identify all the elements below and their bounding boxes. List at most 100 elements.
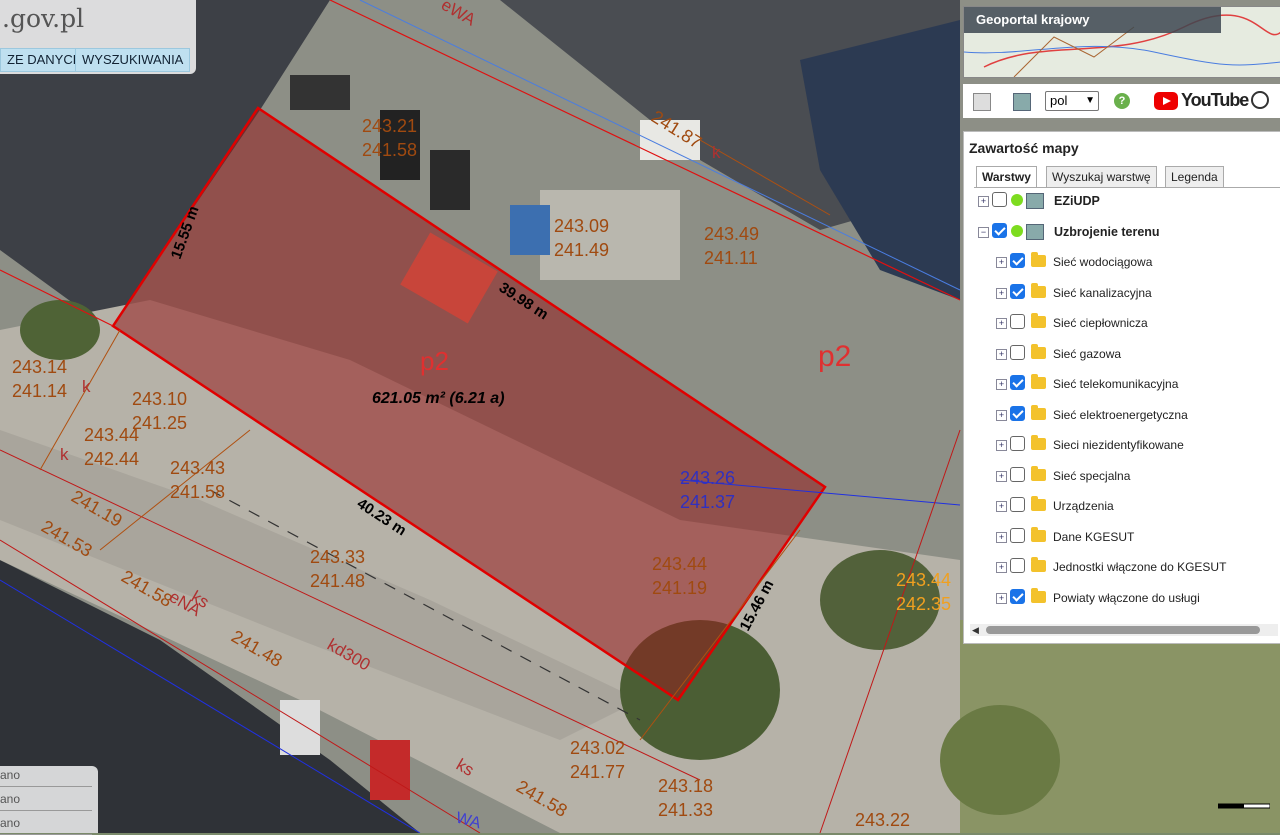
site-logo: .gov.pl [2,4,85,33]
youtube-link[interactable]: YouTube [1154,90,1249,112]
height-top: 243.43 [170,458,225,478]
folder-icon [1031,252,1046,267]
layer-label: Sieć elektroenergetyczna [1053,407,1188,422]
expand-icon[interactable]: + [996,440,1007,451]
layer-checkbox[interactable] [1010,314,1025,329]
folder-icon [1031,465,1046,481]
tab-layers[interactable]: Warstwy [976,166,1037,188]
tab-search-layer[interactable]: Wyszukaj warstwę [1046,166,1157,188]
folder-icon [1031,313,1046,328]
layer-checkbox[interactable] [1010,283,1025,299]
layer-checkbox[interactable] [1010,253,1025,268]
expand-icon[interactable]: + [996,531,1007,543]
collapse-icon[interactable]: − [978,226,989,238]
layer-checkbox[interactable] [1010,527,1025,543]
expand-icon[interactable]: + [996,348,1007,360]
layer-label: Dane KGESUT [1053,529,1135,544]
scroll-left-icon[interactable]: ◀ [972,625,979,636]
layer-checkbox[interactable] [1010,344,1025,360]
wms-icon [1026,223,1044,240]
expand-icon[interactable]: + [996,470,1007,482]
layer-row[interactable]: − Uzbrojenie terenu [964,221,1280,243]
layer-row[interactable]: + Sieć specjalna [964,465,1280,487]
layer-row[interactable]: + Sieć ciepłownicza [964,312,1280,334]
expand-icon[interactable]: + [996,318,1007,329]
list-icon[interactable] [973,93,991,111]
height-top: 243.14 [12,357,67,377]
layer-checkbox[interactable] [1010,436,1025,451]
wms-icon[interactable] [1013,93,1031,111]
height-top: 243.44 [896,570,951,590]
height-top: 243.18 [658,776,713,796]
layer-row[interactable]: + Sieć elektroenergetyczna [964,404,1280,426]
height-top: 243.26 [680,468,735,488]
expand-icon[interactable]: + [996,501,1007,512]
parcel-label-1: p2 [420,346,449,376]
layer-row[interactable]: + Urządzenia [964,495,1280,517]
parcel-label-2: p2 [818,340,851,373]
height-bot: 242.44 [84,449,139,469]
language-select[interactable]: pol ▼ [1045,91,1099,111]
expand-icon[interactable]: + [996,409,1007,421]
layer-label: Sieć kanalizacyjna [1053,285,1152,300]
height-bot: 241.11 [704,248,758,268]
height-top: 243.49 [704,224,759,244]
help-icon[interactable]: ? [1114,93,1130,109]
height-bot: 241.33 [658,800,713,820]
layer-row[interactable]: + Powiaty włączone do usługi [964,587,1280,609]
legend-item: ano [0,816,92,835]
height-bot: 241.77 [570,762,625,782]
layer-checkbox[interactable] [992,192,1007,207]
expand-icon[interactable]: + [978,196,989,207]
layer-row[interactable]: + Sieć gazowa [964,343,1280,365]
layer-label: Urządzenia [1053,499,1114,513]
horizontal-scrollbar[interactable]: ◀ [970,624,1278,636]
layer-row[interactable]: + Sieć telekomunikacyjna [964,373,1280,395]
layer-checkbox[interactable] [1010,405,1025,421]
layer-checkbox[interactable] [1010,375,1025,390]
scroll-thumb[interactable] [986,626,1260,634]
expand-icon[interactable]: + [996,257,1007,268]
layer-row[interactable]: + Sieć wodociągowa [964,251,1280,273]
map-content-panel: Zawartość mapy Warstwy Wyszukaj warstwę … [963,131,1280,644]
tab-legend[interactable]: Legenda [1165,166,1224,188]
logo-area: .gov.pl ZE DANYCH WYSZUKIWANIA [0,0,196,74]
layer-row[interactable]: + Dane KGESUT [964,526,1280,548]
expand-icon[interactable]: + [996,562,1007,573]
layer-row[interactable]: + Sieć kanalizacyjna [964,282,1280,304]
legend-item: ano [0,768,92,787]
layer-label: Sieć telekomunikacyjna [1053,377,1179,391]
layer-checkbox[interactable] [1010,497,1025,512]
height-top: 243.10 [132,389,187,409]
layer-checkbox[interactable] [1010,466,1025,482]
layer-row[interactable]: + Sieci niezidentyfikowane [964,434,1280,456]
expand-icon[interactable]: + [996,287,1007,299]
height-bot: 241.58 [362,140,417,160]
folder-icon [1031,435,1046,450]
folder-icon [1031,404,1046,420]
chevron-down-icon: ▼ [1085,95,1095,106]
layer-checkbox[interactable] [992,222,1007,238]
overview-map[interactable]: Geoportal krajowy [963,6,1280,78]
layer-row[interactable]: + EZiUDP [964,190,1280,212]
height-top: 243.44 [652,554,707,574]
layer-checkbox[interactable] [1010,558,1025,573]
legend-box: ano ano ano [0,766,98,835]
height-top: 243.02 [570,738,625,758]
expand-icon[interactable]: + [996,379,1007,390]
layer-label: Sieci niezidentyfikowane [1053,438,1184,452]
folder-icon [1031,282,1046,298]
height-bot: 241.19 [652,578,707,598]
layer-checkbox[interactable] [1010,588,1025,604]
layer-row[interactable]: + Jednostki włączone do KGESUT [964,556,1280,578]
height-top: 243.21 [362,116,417,136]
settings-icon[interactable] [1251,91,1269,109]
expand-icon[interactable]: + [996,592,1007,604]
panel-title: Zawartość mapy [969,140,1079,156]
search-button[interactable]: WYSZUKIWANIA [75,48,191,72]
height-top: 243.09 [554,216,609,236]
language-value: pol [1050,93,1068,108]
scale-bar [1218,803,1270,809]
folder-icon [1031,374,1046,389]
layer-label: Uzbrojenie terenu [1054,224,1160,239]
